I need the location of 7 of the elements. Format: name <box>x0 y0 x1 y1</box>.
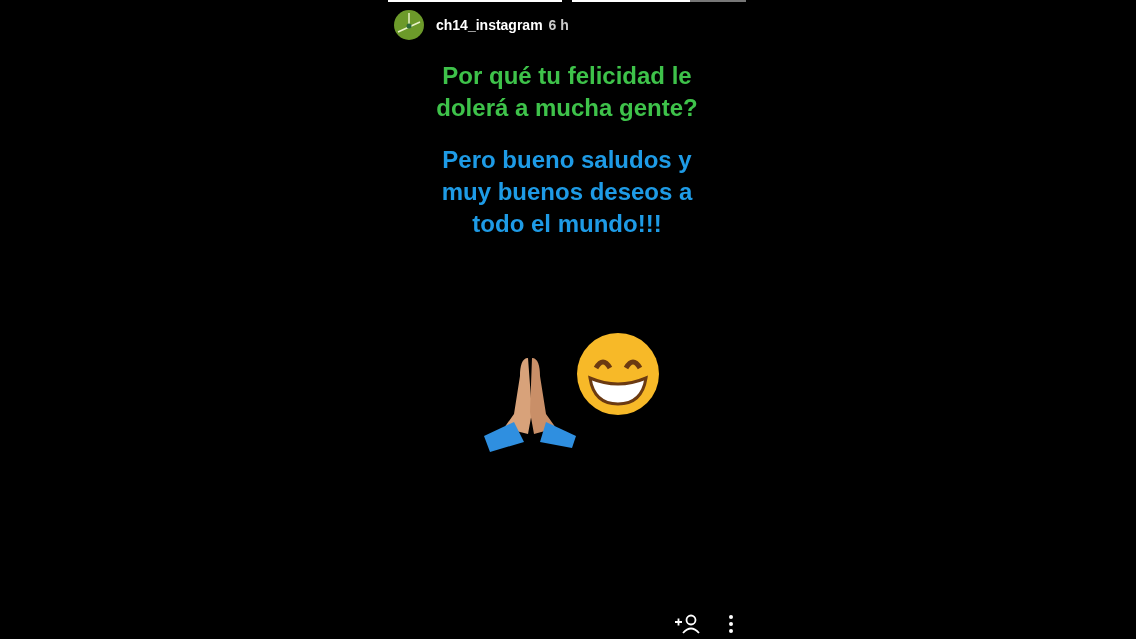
post-time: 6 h <box>548 17 569 33</box>
grinning-face-icon <box>576 332 660 416</box>
story-text: Pero bueno saludos y muy buenos deseos a todo el mundo!!! <box>440 145 694 239</box>
username[interactable]: ch14_instagram <box>436 17 543 33</box>
add-person-icon[interactable] <box>674 613 702 635</box>
story-text: Por qué tu felicidad le dolerá a mucha gente? <box>435 61 699 123</box>
more-options-icon[interactable] <box>726 613 736 635</box>
